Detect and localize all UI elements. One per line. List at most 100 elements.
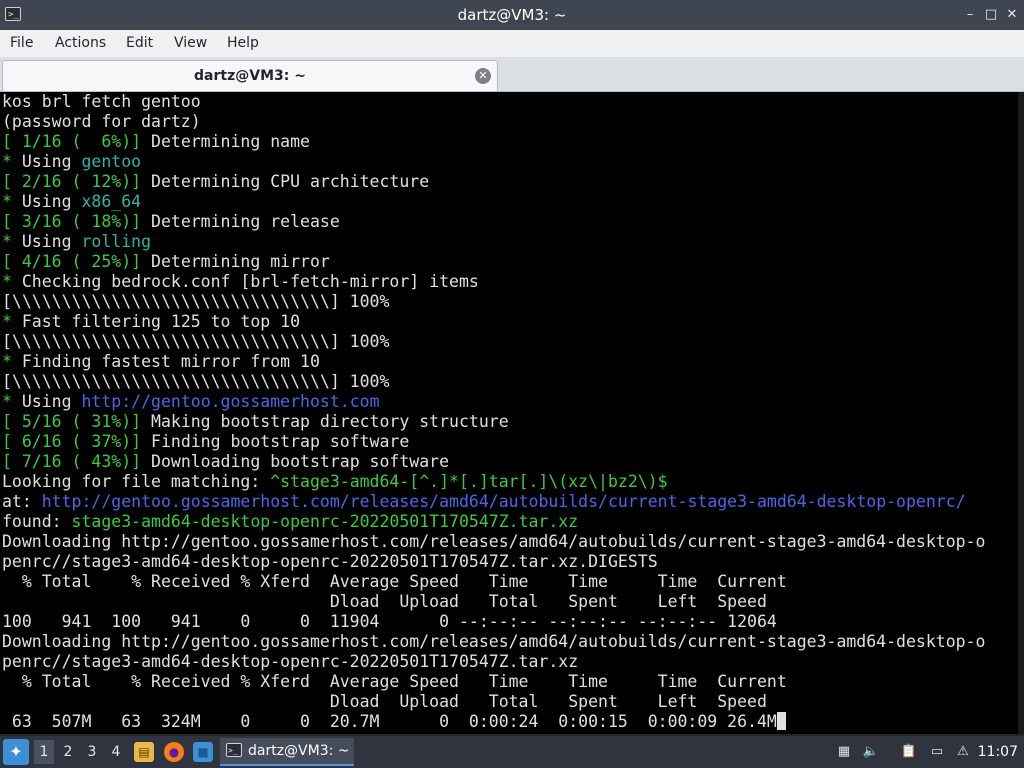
menu-file[interactable]: File — [10, 30, 33, 57]
terminal-text-segment: Checking bedrock.conf [brl-fetch-mirror]… — [11, 272, 479, 291]
terminal-line: * Using http://gentoo.gossamerhost.com — [2, 392, 985, 412]
terminal-text-segment: Determining name — [141, 132, 310, 151]
terminal-text-segment: penrc//stage3-amd64-desktop-openrc-20220… — [2, 552, 658, 571]
terminal-text-segment: ^stage3-amd64-[^.]*[.]tar[.]\(xz\|bz2\)$ — [270, 472, 668, 491]
terminal-text-segment: [ 1/16 ( 6%)] — [2, 132, 142, 151]
terminal-text-segment: * — [2, 192, 12, 211]
terminal-text-segment: * — [2, 392, 12, 411]
terminal-text-segment: [ 3/16 ( 18%)] — [2, 212, 142, 231]
terminal-text-segment: Using — [11, 392, 82, 411]
terminal-line: [ 2/16 ( 12%)] Determining CPU architect… — [2, 172, 985, 192]
menu-view[interactable]: View — [174, 30, 207, 57]
terminal-line: [ 3/16 ( 18%)] Determining release — [2, 212, 985, 232]
terminal-text-segment: Finding fastest mirror from 10 — [11, 352, 320, 371]
menu-help[interactable]: Help — [227, 30, 259, 57]
terminal-line: penrc//stage3-amd64-desktop-openrc-20220… — [2, 652, 985, 672]
terminal-text-segment: [\\\\\\\\\\\\\\\\\\\\\\\\\\\\\\\\] 100% — [2, 292, 390, 311]
terminal-text-segment: Looking for file matching: — [2, 472, 271, 491]
terminal-line: % Total % Received % Xferd Average Speed… — [2, 672, 985, 692]
close-icon[interactable]: ✕ — [1004, 7, 1020, 23]
terminal-text-segment: [ 4/16 ( 25%)] — [2, 252, 142, 271]
terminal-cursor — [776, 712, 786, 730]
terminal-scrollbar[interactable] — [1018, 92, 1024, 734]
terminal-line: Downloading http://gentoo.gossamerhost.c… — [2, 632, 985, 652]
terminal-text-segment: kos brl fetch gentoo — [2, 92, 201, 111]
terminal-line: [ 1/16 ( 6%)] Determining name — [2, 132, 985, 152]
window-titlebar[interactable]: >_ dartz@VM3: ~ – □ ✕ — [0, 0, 1024, 30]
firefox-icon[interactable]: ● — [164, 742, 184, 762]
terminal-text-segment: Downloading http://gentoo.gossamerhost.c… — [2, 532, 986, 551]
network-icon[interactable]: ▭ — [928, 743, 946, 761]
terminal-line: * Fast filtering 125 to top 10 — [2, 312, 985, 332]
terminal-line: at: http://gentoo.gossamerhost.com/relea… — [2, 492, 985, 512]
terminal-text-segment: [\\\\\\\\\\\\\\\\\\\\\\\\\\\\\\\\] 100% — [2, 372, 390, 391]
terminal-line: [\\\\\\\\\\\\\\\\\\\\\\\\\\\\\\\\] 100% — [2, 372, 985, 392]
terminal-text-segment: % Total % Received % Xferd Average Speed… — [2, 672, 787, 691]
terminal-text-segment: [ 5/16 ( 31%)] — [2, 412, 142, 431]
desktop-icon[interactable]: ■ — [193, 742, 213, 762]
terminal-text-segment: Using — [11, 192, 82, 211]
clock[interactable]: 11:07 — [978, 736, 1018, 768]
terminal-line: * Using x86_64 — [2, 192, 985, 212]
terminal-text-segment: % Total % Received % Xferd Average Speed… — [2, 572, 787, 591]
taskbar-task-label: dartz@VM3: ~ — [248, 743, 350, 759]
terminal-text: kos brl fetch gentoo (password for dartz)… — [2, 92, 985, 732]
terminal-line: [\\\\\\\\\\\\\\\\\\\\\\\\\\\\\\\\] 100% — [2, 332, 985, 352]
terminal-text-segment: (password for dartz) — [2, 112, 201, 131]
terminal-line: kos brl fetch gentoo — [2, 92, 985, 112]
terminal-text-segment: 63 507M 63 324M 0 0 20.7M 0 0:00:24 0:00… — [2, 712, 777, 731]
terminal-text-segment: Dload Upload Total Spent Left Speed — [2, 592, 767, 611]
terminal-output[interactable]: kos brl fetch gentoo (password for dartz)… — [0, 92, 1024, 734]
workspace-2[interactable]: 2 — [58, 740, 78, 764]
terminal-text-segment: http://gentoo.gossamerhost.com — [81, 392, 380, 411]
terminal-text-segment: * — [2, 232, 12, 251]
terminal-task-icon: >_ — [226, 743, 242, 757]
menu-actions[interactable]: Actions — [55, 30, 106, 57]
keyboard-layout-icon[interactable]: ▦ — [835, 743, 853, 761]
terminal-line: Downloading http://gentoo.gossamerhost.c… — [2, 532, 985, 552]
menu-bar: File Actions Edit View Help — [0, 30, 1024, 57]
terminal-text-segment: penrc//stage3-amd64-desktop-openrc-20220… — [2, 652, 579, 671]
update-notifier-icon[interactable]: ⚠ — [954, 743, 972, 761]
minimize-icon[interactable]: – — [962, 7, 978, 23]
terminal-text-segment: [ 7/16 ( 43%)] — [2, 452, 142, 471]
terminal-text-segment: found: — [2, 512, 72, 531]
taskbar-task-terminal[interactable]: >_ dartz@VM3: ~ — [220, 738, 354, 766]
volume-icon[interactable]: 🔈 — [862, 743, 880, 761]
terminal-text-segment: [\\\\\\\\\\\\\\\\\\\\\\\\\\\\\\\\] 100% — [2, 332, 390, 351]
terminal-text-segment: Using — [11, 152, 82, 171]
tab-terminal-session[interactable]: dartz@VM3: ~ ✕ — [2, 60, 498, 91]
file-manager-icon[interactable]: ▤ — [134, 742, 154, 762]
terminal-line: penrc//stage3-amd64-desktop-openrc-20220… — [2, 552, 985, 572]
terminal-line: [ 7/16 ( 43%)] Downloading bootstrap sof… — [2, 452, 985, 472]
terminal-line: * Using gentoo — [2, 152, 985, 172]
terminal-text-segment: Making bootstrap directory structure — [141, 412, 509, 431]
terminal-text-segment: * — [2, 312, 12, 331]
terminal-text-segment: Determining release — [141, 212, 340, 231]
terminal-text-segment: [ 2/16 ( 12%)] — [2, 172, 142, 191]
terminal-line: * Checking bedrock.conf [brl-fetch-mirro… — [2, 272, 985, 292]
terminal-text-segment: Fast filtering 125 to top 10 — [11, 312, 301, 331]
workspace-3[interactable]: 3 — [82, 740, 102, 764]
terminal-line: [ 4/16 ( 25%)] Determining mirror — [2, 252, 985, 272]
terminal-text-segment: Finding bootstrap software — [141, 432, 410, 451]
menu-edit[interactable]: Edit — [126, 30, 153, 57]
workspace-4[interactable]: 4 — [106, 740, 126, 764]
clipboard-icon[interactable]: 📋 — [900, 743, 918, 761]
terminal-line: Dload Upload Total Spent Left Speed — [2, 692, 985, 712]
taskbar: ✦ 1 2 3 4 ▤ ● ■ >_ dartz@VM3: ~ ▦ 🔈 📋 ▭ … — [0, 736, 1024, 768]
tab-close-icon[interactable]: ✕ — [475, 68, 491, 84]
terminal-text-segment: at: — [2, 492, 42, 511]
terminal-line: 100 941 100 941 0 0 11904 0 --:--:-- --:… — [2, 612, 985, 632]
workspace-1[interactable]: 1 — [34, 740, 54, 764]
start-menu-icon[interactable]: ✦ — [3, 739, 29, 765]
terminal-text-segment: [ 6/16 ( 37%)] — [2, 432, 142, 451]
terminal-line: Dload Upload Total Spent Left Speed — [2, 592, 985, 612]
terminal-line: * Finding fastest mirror from 10 — [2, 352, 985, 372]
terminal-text-segment: stage3-amd64-desktop-openrc-20220501T170… — [71, 512, 579, 531]
terminal-text-segment: Downloading bootstrap software — [141, 452, 450, 471]
terminal-text-segment: * — [2, 272, 12, 291]
maximize-icon[interactable]: □ — [983, 7, 999, 23]
terminal-text-segment: x86_64 — [81, 192, 142, 211]
terminal-line: 63 507M 63 324M 0 0 20.7M 0 0:00:24 0:00… — [2, 712, 985, 732]
